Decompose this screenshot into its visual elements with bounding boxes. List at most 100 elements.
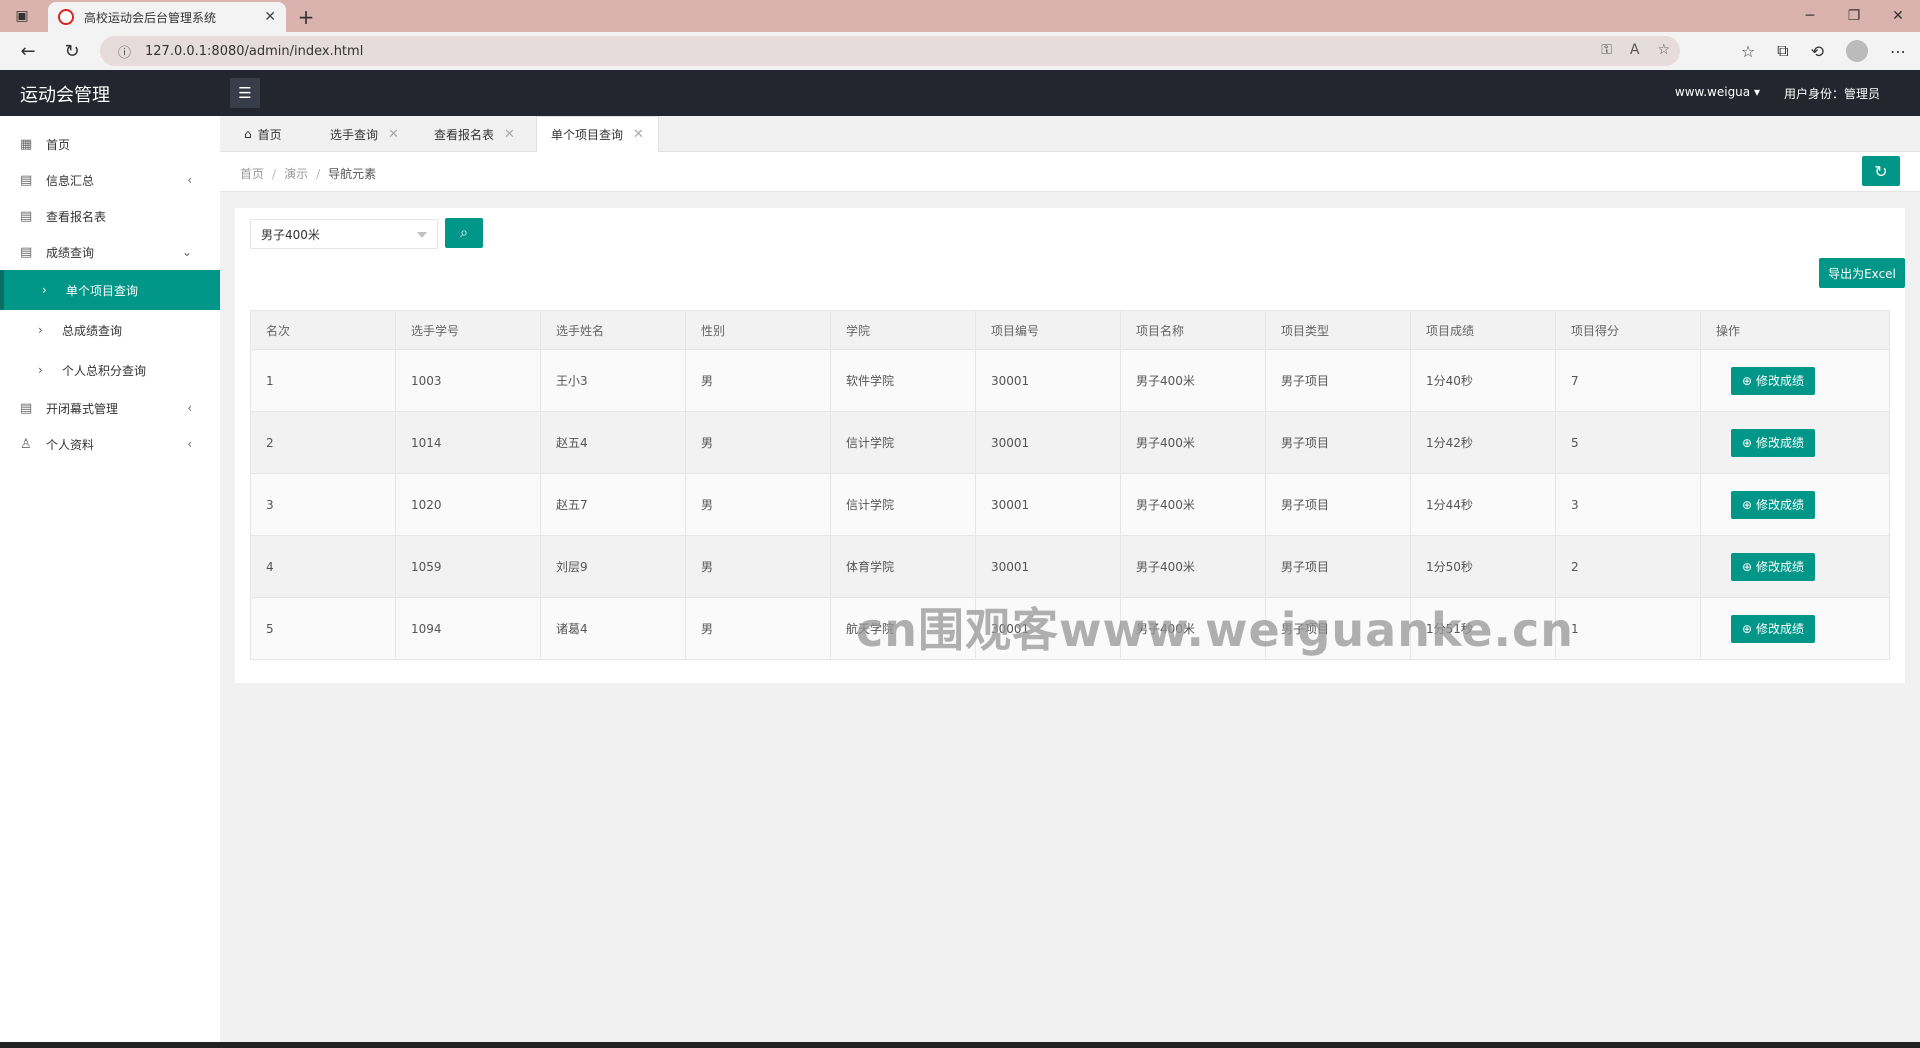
page-tabs: ⌂ 首页 选手查询 ✕ 查看报名表 ✕ 单个项目查询 ✕ — [220, 116, 1920, 152]
column-header: 项目成绩 — [1410, 310, 1556, 350]
table-cell: 软件学院 — [830, 349, 976, 412]
table-cell: 男子项目 — [1265, 473, 1411, 536]
address-bar[interactable]: ⓘ 127.0.0.1:8080/admin/index.html ⚿ A ☆ — [100, 36, 1680, 66]
new-tab-icon[interactable]: + — [292, 4, 320, 30]
read-aloud-icon[interactable]: A — [1630, 42, 1640, 58]
edit-score-label: 修改成绩 — [1756, 560, 1805, 574]
event-select-value: 男子400米 — [261, 227, 320, 242]
table-row: 3 1020 赵五7 男信计学院 30001 男子400米 男子项目 1分44秒 3 ⊕ 修改成绩 — [250, 473, 1890, 536]
url-text: 127.0.0.1:8080/admin/index.html — [145, 43, 364, 59]
breadcrumb: 首页 / 演示 / 导航元素 — [240, 167, 377, 181]
sidebar-item-ceremony[interactable]: ▤ 开闭幕式管理 ‹ — [0, 390, 220, 426]
sidebar: ▦ 首页 ▤ 信息汇总 ‹ ▤ 查看报名表 ▤ 成绩查询 ⌄ › 单个项目查询 … — [0, 116, 220, 1042]
sidebar-item-label: 单个项目查询 — [66, 283, 139, 298]
breadcrumb-bar: 首页 / 演示 / 导航元素 ↻ — [220, 152, 1920, 192]
edit-score-label: 修改成绩 — [1756, 498, 1805, 512]
table-cell: 体育学院 — [830, 535, 976, 598]
tab-single-event[interactable]: 单个项目查询 ✕ — [536, 116, 659, 152]
close-icon[interactable]: ✕ — [264, 9, 276, 25]
table-cell: 2 — [250, 411, 396, 474]
reload-icon[interactable]: ↻ — [56, 36, 88, 66]
table-cell: 5 — [1555, 411, 1701, 474]
sidebar-item-personal-points[interactable]: › 个人总积分查询 — [0, 350, 220, 390]
table-cell: 1020 — [395, 473, 541, 536]
close-icon[interactable]: ✕ — [633, 127, 644, 142]
breadcrumb-item[interactable]: 首页 — [240, 167, 264, 181]
key-icon[interactable]: ⚿ — [1601, 42, 1612, 58]
edit-score-button[interactable]: ⊕ 修改成绩 — [1731, 428, 1815, 457]
plus-circle-icon: ⊕ — [1741, 373, 1753, 388]
minimize-icon[interactable]: ─ — [1788, 0, 1832, 32]
sidebar-item-registrations[interactable]: ▤ 查看报名表 — [0, 198, 220, 234]
sidebar-item-label: 信息汇总 — [46, 173, 95, 188]
history-icon[interactable]: ⟲ — [1811, 42, 1824, 61]
table-cell: 1 — [1555, 597, 1701, 660]
sidebar-item-profile[interactable]: ♙ 个人资料 ‹ — [0, 426, 220, 462]
edit-score-button[interactable]: ⊕ 修改成绩 — [1731, 552, 1815, 581]
table-header-row: 名次 选手学号 选手姓名 性别 学院 项目编号 项目名称 项目类型 项目成绩 项… — [250, 310, 1890, 350]
chevron-right-icon: › — [38, 363, 43, 377]
back-icon[interactable]: ← — [12, 36, 44, 66]
close-icon[interactable]: ✕ — [388, 127, 399, 142]
restore-icon[interactable]: ❐ — [1832, 0, 1876, 32]
browser-tab-title: 高校运动会后台管理系统 — [84, 10, 217, 25]
refresh-button[interactable]: ↻ — [1862, 156, 1900, 186]
favorites-icon[interactable]: ☆ — [1741, 42, 1755, 61]
column-header: 项目编号 — [975, 310, 1121, 350]
tab-label: 单个项目查询 — [551, 128, 624, 142]
add-favorite-icon[interactable]: ☆ — [1657, 42, 1670, 58]
column-header: 项目得分 — [1555, 310, 1701, 350]
sidebar-item-info-summary[interactable]: ▤ 信息汇总 ‹ — [0, 162, 220, 198]
tab-registrations[interactable]: 查看报名表 ✕ — [420, 116, 529, 152]
table-row: 2 1014 赵五4 男信计学院 30001 男子400米 男子项目 1分42秒 5 ⊕ 修改成绩 — [250, 411, 1890, 474]
user-icon: ♙ — [20, 436, 32, 452]
search-icon: ⌕ — [460, 225, 468, 241]
table-cell: 30001 — [975, 473, 1121, 536]
edit-score-label: 修改成绩 — [1756, 436, 1805, 450]
table-cell: 1014 — [395, 411, 541, 474]
sidebar-item-home[interactable]: ▦ 首页 — [0, 126, 220, 162]
browser-chrome: ▣ 高校运动会后台管理系统 ✕ + ─ ❐ ✕ ← ↻ ⓘ 127.0.0.1:… — [0, 0, 1920, 70]
more-icon[interactable]: ⋯ — [1890, 42, 1906, 61]
site-info-icon[interactable]: ⓘ — [118, 42, 131, 61]
tab-player-query[interactable]: 选手查询 ✕ — [316, 116, 413, 152]
sidebar-item-score-query[interactable]: ▤ 成绩查询 ⌄ — [0, 234, 220, 270]
edit-score-button[interactable]: ⊕ 修改成绩 — [1731, 490, 1815, 519]
export-excel-button[interactable]: 导出为Excel — [1819, 258, 1905, 288]
profile-avatar[interactable] — [1846, 40, 1868, 62]
column-header: 选手学号 — [395, 310, 541, 350]
menu-toggle-icon[interactable]: ☰ — [230, 78, 260, 108]
table-cell: 赵五7 — [540, 473, 686, 536]
browser-tab[interactable]: 高校运动会后台管理系统 ✕ — [48, 2, 286, 32]
sidebar-item-label: 总成绩查询 — [62, 323, 123, 338]
edit-doc-icon: ▤ — [20, 244, 33, 260]
tab-home[interactable]: ⌂ 首页 — [230, 116, 296, 152]
close-window-icon[interactable]: ✕ — [1876, 0, 1920, 32]
event-select[interactable]: 男子400米 — [250, 219, 438, 249]
table-cell: 男子400米 — [1120, 473, 1266, 536]
search-button[interactable]: ⌕ — [445, 218, 483, 248]
table-cell: 刘层9 — [540, 535, 686, 598]
table-cell: 1分40秒 — [1410, 349, 1556, 412]
edit-score-button[interactable]: ⊕ 修改成绩 — [1731, 366, 1815, 395]
table-cell: 2 — [1555, 535, 1701, 598]
edit-score-button[interactable]: ⊕ 修改成绩 — [1731, 614, 1815, 643]
table-cell: 1059 — [395, 535, 541, 598]
home-icon: ⌂ — [244, 127, 252, 141]
edit-score-label: 修改成绩 — [1756, 622, 1805, 636]
table-cell: 男子项目 — [1265, 349, 1411, 412]
table-cell: 王小3 — [540, 349, 686, 412]
sidebar-item-total-score[interactable]: › 总成绩查询 — [0, 310, 220, 350]
user-menu[interactable]: www.weigua ▾ — [1675, 85, 1760, 99]
list-icon: ▤ — [20, 208, 33, 224]
sidebar-item-single-event[interactable]: › 单个项目查询 — [0, 270, 220, 310]
collections-icon[interactable]: ⧉ — [1777, 41, 1788, 61]
close-icon[interactable]: ✕ — [504, 127, 515, 142]
table-cell: 3 — [250, 473, 396, 536]
table-cell: 1094 — [395, 597, 541, 660]
table-cell: 3 — [1555, 473, 1701, 536]
breadcrumb-item[interactable]: 演示 — [284, 167, 308, 181]
table-cell: 男 — [685, 349, 831, 412]
table-cell: 1分50秒 — [1410, 535, 1556, 598]
tab-actions-icon[interactable]: ▣ — [0, 0, 44, 32]
